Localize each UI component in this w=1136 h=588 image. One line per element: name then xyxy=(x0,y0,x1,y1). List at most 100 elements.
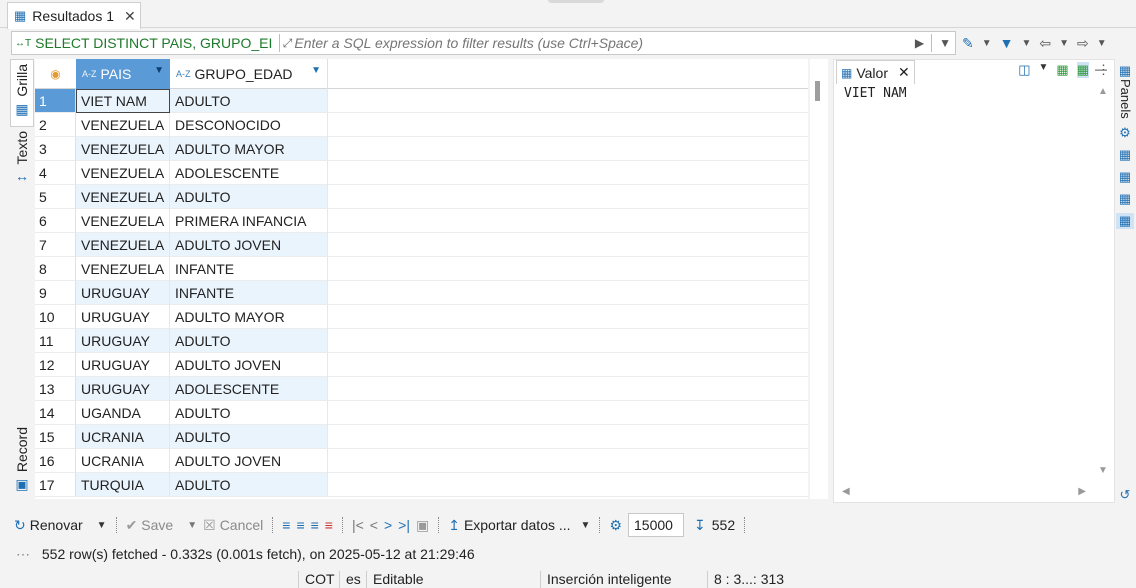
eraser-icon[interactable]: ✎ xyxy=(962,35,974,52)
cell-pais[interactable]: VENEZUELA xyxy=(76,257,170,281)
cell-grupo-edad[interactable]: ADULTO xyxy=(170,185,328,209)
row-number[interactable]: 3 xyxy=(35,137,76,161)
cell-empty[interactable] xyxy=(328,209,808,233)
table-row[interactable]: 17 TURQUIA ADULTO xyxy=(35,473,808,497)
cell-empty[interactable] xyxy=(328,281,808,305)
panels-label[interactable]: Panels xyxy=(1118,79,1133,119)
row-number[interactable]: 8 xyxy=(35,257,76,281)
row-number[interactable]: 14 xyxy=(35,401,76,425)
chevron-down-icon[interactable]: ▼ xyxy=(1039,62,1049,78)
cell-empty[interactable] xyxy=(328,185,808,209)
panels-icon[interactable]: ▦ xyxy=(1116,63,1134,79)
cell-pais[interactable]: VENEZUELA xyxy=(76,209,170,233)
autosave-icon[interactable]: ▦ xyxy=(1076,62,1089,78)
row-number[interactable]: 4 xyxy=(35,161,76,185)
row-number[interactable]: 16 xyxy=(35,449,76,473)
tab-text[interactable]: Texto ↔ xyxy=(10,131,34,191)
edit-row-icon[interactable]: ≡ xyxy=(282,517,290,533)
minimize-icon[interactable]: — xyxy=(1095,62,1107,76)
expand-icon[interactable]: ⤢ xyxy=(283,36,293,51)
row-number[interactable]: 7 xyxy=(35,233,76,257)
row-number[interactable]: 2 xyxy=(35,113,76,137)
sql-query-text[interactable]: SELECT DISTINCT PAIS, GRUPO_EI xyxy=(31,35,276,51)
metadata-icon[interactable]: ⚙ xyxy=(1116,125,1134,141)
cell-grupo-edad[interactable]: ADOLESCENTE xyxy=(170,161,328,185)
cell-pais[interactable]: VENEZUELA xyxy=(76,161,170,185)
row-number[interactable]: 6 xyxy=(35,209,76,233)
row-number[interactable]: 5 xyxy=(35,185,76,209)
row-number[interactable]: 1 xyxy=(35,89,76,113)
row-number[interactable]: 12 xyxy=(35,353,76,377)
table-row[interactable]: 2 VENEZUELA DESCONOCIDO xyxy=(35,113,808,137)
run-filter-icon[interactable]: ▶ xyxy=(911,36,928,50)
scroll-left-icon[interactable]: ◀ xyxy=(842,486,850,497)
cell-grupo-edad[interactable]: INFANTE xyxy=(170,281,328,305)
row-number[interactable]: 17 xyxy=(35,473,76,497)
last-page-icon[interactable]: >| xyxy=(398,517,410,533)
close-icon[interactable]: ✕ xyxy=(124,8,136,25)
cell-empty[interactable] xyxy=(328,113,808,137)
row-header-corner[interactable]: ◉ xyxy=(35,59,76,89)
column-filter-icon[interactable]: ▼ xyxy=(154,65,164,76)
scrollbar-thumb[interactable] xyxy=(815,81,820,101)
calc-icon[interactable]: ▦ xyxy=(1116,169,1134,185)
cell-pais[interactable]: VENEZUELA xyxy=(76,113,170,137)
value-panel-tab[interactable]: ▦ Valor ✕ xyxy=(836,60,915,84)
refresh-dropdown-icon[interactable]: ▼ xyxy=(97,520,107,531)
table-row[interactable]: 13 URUGUAY ADOLESCENTE xyxy=(35,377,808,401)
filter-input[interactable] xyxy=(292,35,911,51)
copy-row-icon[interactable]: ≡ xyxy=(311,517,319,533)
table-row[interactable]: 8 VENEZUELA INFANTE xyxy=(35,257,808,281)
table-row[interactable]: 11 URUGUAY ADULTO xyxy=(35,329,808,353)
table-row[interactable]: 12 URUGUAY ADULTO JOVEN xyxy=(35,353,808,377)
fetch-size-input[interactable]: 15000 xyxy=(628,513,685,537)
table-row[interactable]: 5 VENEZUELA ADULTO xyxy=(35,185,808,209)
cell-grupo-edad[interactable]: ADULTO MAYOR xyxy=(170,137,328,161)
cell-grupo-edad[interactable]: ADULTO JOVEN xyxy=(170,353,328,377)
chevron-down-icon[interactable]: ▼ xyxy=(982,38,992,49)
cell-empty[interactable] xyxy=(328,89,808,113)
cell-empty[interactable] xyxy=(328,353,808,377)
cell-empty[interactable] xyxy=(328,473,808,497)
value-content[interactable]: VIET NAM xyxy=(844,86,907,101)
cell-empty[interactable] xyxy=(328,233,808,257)
back-icon[interactable]: ⇦ xyxy=(1039,35,1051,52)
column-filter-icon[interactable]: ▼ xyxy=(311,65,321,76)
cancel-button[interactable]: ☒ Cancel xyxy=(203,517,263,534)
table-row[interactable]: 15 UCRANIA ADULTO xyxy=(35,425,808,449)
references-icon[interactable]: ▦ xyxy=(1116,191,1134,207)
cell-pais[interactable]: VENEZUELA xyxy=(76,137,170,161)
row-number[interactable]: 13 xyxy=(35,377,76,401)
value-panel-toggle-icon[interactable]: ▦ xyxy=(1116,212,1134,229)
column-header-grupo-edad[interactable]: A-Z GRUPO_EDAD ▼ xyxy=(170,59,328,89)
chevron-down-icon[interactable]: ▼ xyxy=(1059,38,1069,49)
table-row[interactable]: 7 VENEZUELA ADULTO JOVEN xyxy=(35,233,808,257)
cell-pais[interactable]: UCRANIA xyxy=(76,425,170,449)
cell-empty[interactable] xyxy=(328,449,808,473)
cell-pais[interactable]: TURQUIA xyxy=(76,473,170,497)
cell-pais[interactable]: URUGUAY xyxy=(76,353,170,377)
cell-pais[interactable]: VENEZUELA xyxy=(76,233,170,257)
cell-grupo-edad[interactable]: INFANTE xyxy=(170,257,328,281)
chevron-down-icon[interactable]: ▼ xyxy=(1097,38,1107,49)
save-dropdown-icon[interactable]: ▼ xyxy=(187,520,197,531)
tab-results[interactable]: ▦ Resultados 1 ✕ xyxy=(7,2,141,29)
drag-handle[interactable] xyxy=(548,0,604,3)
table-row[interactable]: 10 URUGUAY ADULTO MAYOR xyxy=(35,305,808,329)
prev-page-icon[interactable]: < xyxy=(370,517,378,533)
restore-icon[interactable]: ↺ xyxy=(1116,487,1134,503)
cell-grupo-edad[interactable]: DESCONOCIDO xyxy=(170,113,328,137)
row-number[interactable]: 10 xyxy=(35,305,76,329)
cell-grupo-edad[interactable]: ADULTO xyxy=(170,425,328,449)
table-row[interactable]: 6 VENEZUELA PRIMERA INFANCIA xyxy=(35,209,808,233)
scroll-right-icon[interactable]: ▶ xyxy=(1078,486,1086,497)
column-header-pais[interactable]: A-Z PAIS ▼ xyxy=(76,59,170,89)
save-icon[interactable]: ▦ xyxy=(1056,62,1068,78)
fetch-all-icon[interactable]: ↧ xyxy=(694,517,706,534)
row-number[interactable]: 9 xyxy=(35,281,76,305)
tab-grid[interactable]: Grilla ▦ xyxy=(10,59,34,127)
cell-empty[interactable] xyxy=(328,257,808,281)
cell-grupo-edad[interactable]: ADULTO xyxy=(170,329,328,353)
cell-pais[interactable]: UCRANIA xyxy=(76,449,170,473)
fetch-page-icon[interactable]: ▣ xyxy=(416,517,429,534)
